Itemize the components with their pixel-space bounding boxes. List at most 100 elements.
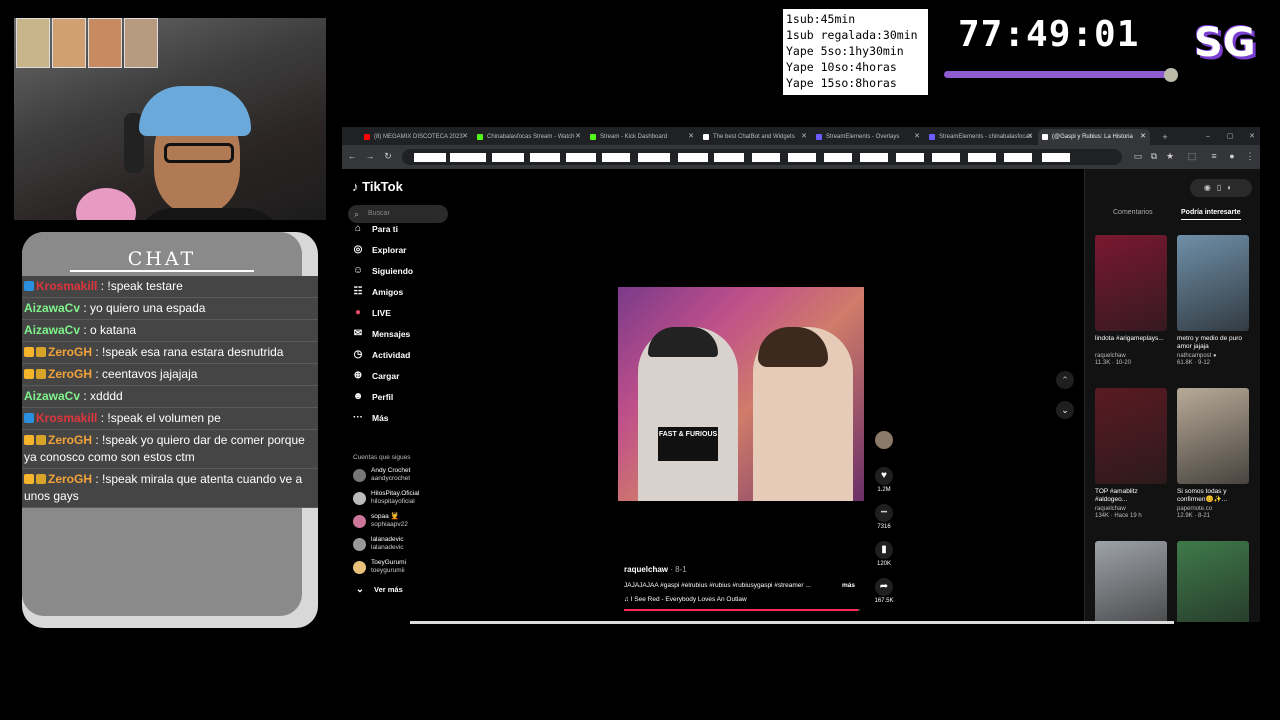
close-icon[interactable]: ✕ (914, 129, 920, 145)
profile-icon[interactable]: ● (1226, 150, 1238, 162)
tab-strip: (8) MEGAMIX DISCOTECA 2023 ✕ Chinabalasfoc… (342, 127, 1260, 145)
tab-recommended[interactable]: Podría interesarte (1181, 209, 1241, 220)
menu-icon[interactable]: ⋮ (1244, 150, 1256, 162)
nav-item-siguiendo[interactable]: ☺ Siguiendo (352, 264, 413, 278)
video-thumbnail (1177, 388, 1249, 484)
nav-item-live[interactable]: ● LIVE (352, 306, 391, 320)
activity-icon: ◷ (353, 349, 363, 360)
see-more-link[interactable]: ⌄ Ver más (354, 583, 403, 597)
maximize-icon[interactable]: ▢ (1224, 129, 1236, 145)
bookmark-icon: ▮ (875, 541, 893, 559)
browser-tab[interactable]: (8) MEGAMIX DISCOTECA 2023 ✕ (360, 129, 472, 145)
close-icon[interactable]: ✕ (1140, 129, 1146, 145)
recommended-video-card[interactable] (1095, 541, 1167, 622)
recommended-video-card[interactable]: Si somos todas y confirmen😊✨... papernote… (1177, 388, 1249, 519)
close-window-icon[interactable]: ✕ (1246, 129, 1258, 145)
following-account[interactable]: ToeyGurumi toeygurumii (353, 559, 406, 579)
browser-tab[interactable]: Stream - Kick Dashboard ✕ (586, 129, 698, 145)
chat-message: AizawaCv : xdddd (22, 386, 318, 408)
channel-logo: SG (1194, 20, 1256, 66)
tab-favicon-icon (1042, 134, 1048, 140)
recommended-video-card[interactable]: TOP #amablitz #aldogeo... raquelchaw 134K … (1095, 388, 1167, 519)
browser-tab[interactable]: Chinabalasfocas Stream - Watch ✕ (473, 129, 585, 145)
redacted-url-segment (530, 153, 560, 162)
recommended-video-card[interactable]: metro y medio de puro amor jajaja nathcam… (1177, 235, 1249, 366)
tab-favicon-icon (590, 134, 596, 140)
action-count: 167.5K (874, 598, 894, 604)
card-stats: 11.3K · 10-20 (1095, 360, 1131, 366)
account-name: sopaa 💆 (371, 513, 399, 520)
next-video-button[interactable]: ⌄ (1056, 401, 1074, 419)
redacted-url-segment (1042, 153, 1070, 162)
tiktok-logo[interactable]: ♪ TikTok (352, 179, 403, 194)
previous-video-button[interactable]: ⌃ (1056, 371, 1074, 389)
browser-tab[interactable]: The best ChatBot and Widgets ✕ (699, 129, 811, 145)
video-music[interactable]: ♫ I See Red - Everybody Loves An Outlaw (624, 596, 747, 603)
search-input[interactable]: ⌕ Buscar (348, 205, 448, 223)
heart-button[interactable]: ♥ 1.2M (874, 467, 894, 493)
chat-message: Krosmakill : !speak testare (22, 276, 318, 298)
nav-item-mensajes[interactable]: ✉ Mensajes (352, 327, 410, 341)
media-icon[interactable]: ≡ (1208, 150, 1220, 162)
caption-more-link[interactable]: más (842, 582, 855, 589)
browser-tab[interactable]: StreamElements - Overlays ✕ (812, 129, 924, 145)
close-icon[interactable]: ✕ (575, 129, 581, 145)
comment-button[interactable]: ••• 7316 (874, 504, 894, 530)
share-button[interactable]: ➦ 167.5K (874, 578, 894, 604)
card-title: lindota #arigameplays... (1095, 335, 1164, 342)
star-icon[interactable]: ★ (1164, 150, 1176, 162)
nav-item-ms[interactable]: ··· Más (352, 411, 389, 425)
nav-item-perfil[interactable]: ☻ Perfil (352, 390, 394, 404)
nav-item-label: Perfil (372, 392, 394, 402)
sub-badge-icon (24, 369, 34, 379)
close-icon[interactable]: ✕ (801, 129, 807, 145)
redacted-url-segment (932, 153, 960, 162)
tab-comments[interactable]: Comentarios (1113, 209, 1153, 216)
video-player[interactable]: FAST & FURIOUS (618, 287, 864, 501)
recommended-video-card[interactable] (1177, 541, 1249, 622)
browser-tab[interactable]: (@Gaspi y Rubius: La Historia ✕ (1038, 129, 1150, 145)
extensions-icon[interactable]: ⬚ (1186, 150, 1198, 162)
chat-message: ZeroGH : !speak yo quiero dar de comer p… (22, 430, 318, 469)
following-account[interactable]: Andy Crochet aandycrochet (353, 467, 410, 487)
video-progress-bar[interactable] (624, 609, 860, 611)
nav-item-actividad[interactable]: ◷ Actividad (352, 348, 411, 362)
nav-item-amigos[interactable]: ☷ Amigos (352, 285, 404, 299)
following-account[interactable]: HilosPitay.Oficial hilospitayoficial (353, 490, 419, 510)
minimize-icon[interactable]: – (1202, 129, 1214, 145)
recommended-video-card[interactable]: lindota #arigameplays... raquelchaw 11.3K … (1095, 235, 1167, 366)
chat-username: ZeroGH (48, 345, 93, 359)
timer-progress-bar (944, 71, 1172, 78)
back-icon[interactable]: ← (346, 150, 358, 162)
install-icon[interactable]: ▭ (1132, 150, 1144, 162)
horizontal-scrollbar[interactable] (410, 621, 1174, 624)
browser-tab[interactable]: StreamElements - chinabalasfocas ✕ (925, 129, 1037, 145)
close-icon[interactable]: ✕ (462, 129, 468, 145)
nav-item-parati[interactable]: ⌂ Para ti (352, 222, 398, 236)
close-icon[interactable]: ✕ (1027, 129, 1033, 145)
new-tab-button[interactable]: + (1157, 129, 1173, 145)
redacted-url-segment (752, 153, 780, 162)
avatar (353, 538, 366, 551)
following-account[interactable]: sopaa 💆 sophiaapv22 (353, 513, 408, 533)
tab-label: (8) MEGAMIX DISCOTECA 2023 (374, 134, 463, 140)
following-account[interactable]: lalanadevic lalanadevic (353, 536, 404, 556)
nav-item-cargar[interactable]: ⊕ Cargar (352, 369, 400, 383)
video-cap (648, 327, 718, 357)
translate-icon[interactable]: ⧉ (1148, 150, 1160, 162)
avatar (353, 515, 366, 528)
account-name: ToeyGurumi (371, 559, 407, 566)
chat-text: : yo quiero una espada (80, 301, 206, 315)
reload-icon[interactable]: ↻ (382, 150, 394, 162)
video-author[interactable]: raquelchaw · 8-1 (624, 565, 687, 574)
bookmark-button[interactable]: ▮ 120K (874, 541, 894, 567)
author-avatar[interactable] (874, 431, 894, 451)
chat-username: AizawaCv (24, 323, 81, 337)
address-bar[interactable] (402, 149, 1122, 165)
tiktok-page: ♪ TikTok ⌕ Buscar ⌂ Para ti ◎ Explorar ☺ Sigui… (342, 169, 1260, 622)
panel-tools[interactable]: ◉▯◐ (1190, 179, 1252, 197)
redacted-url-segment (1004, 153, 1032, 162)
close-icon[interactable]: ✕ (688, 129, 694, 145)
nav-item-explorar[interactable]: ◎ Explorar (352, 243, 407, 257)
forward-icon[interactable]: → (364, 150, 376, 162)
